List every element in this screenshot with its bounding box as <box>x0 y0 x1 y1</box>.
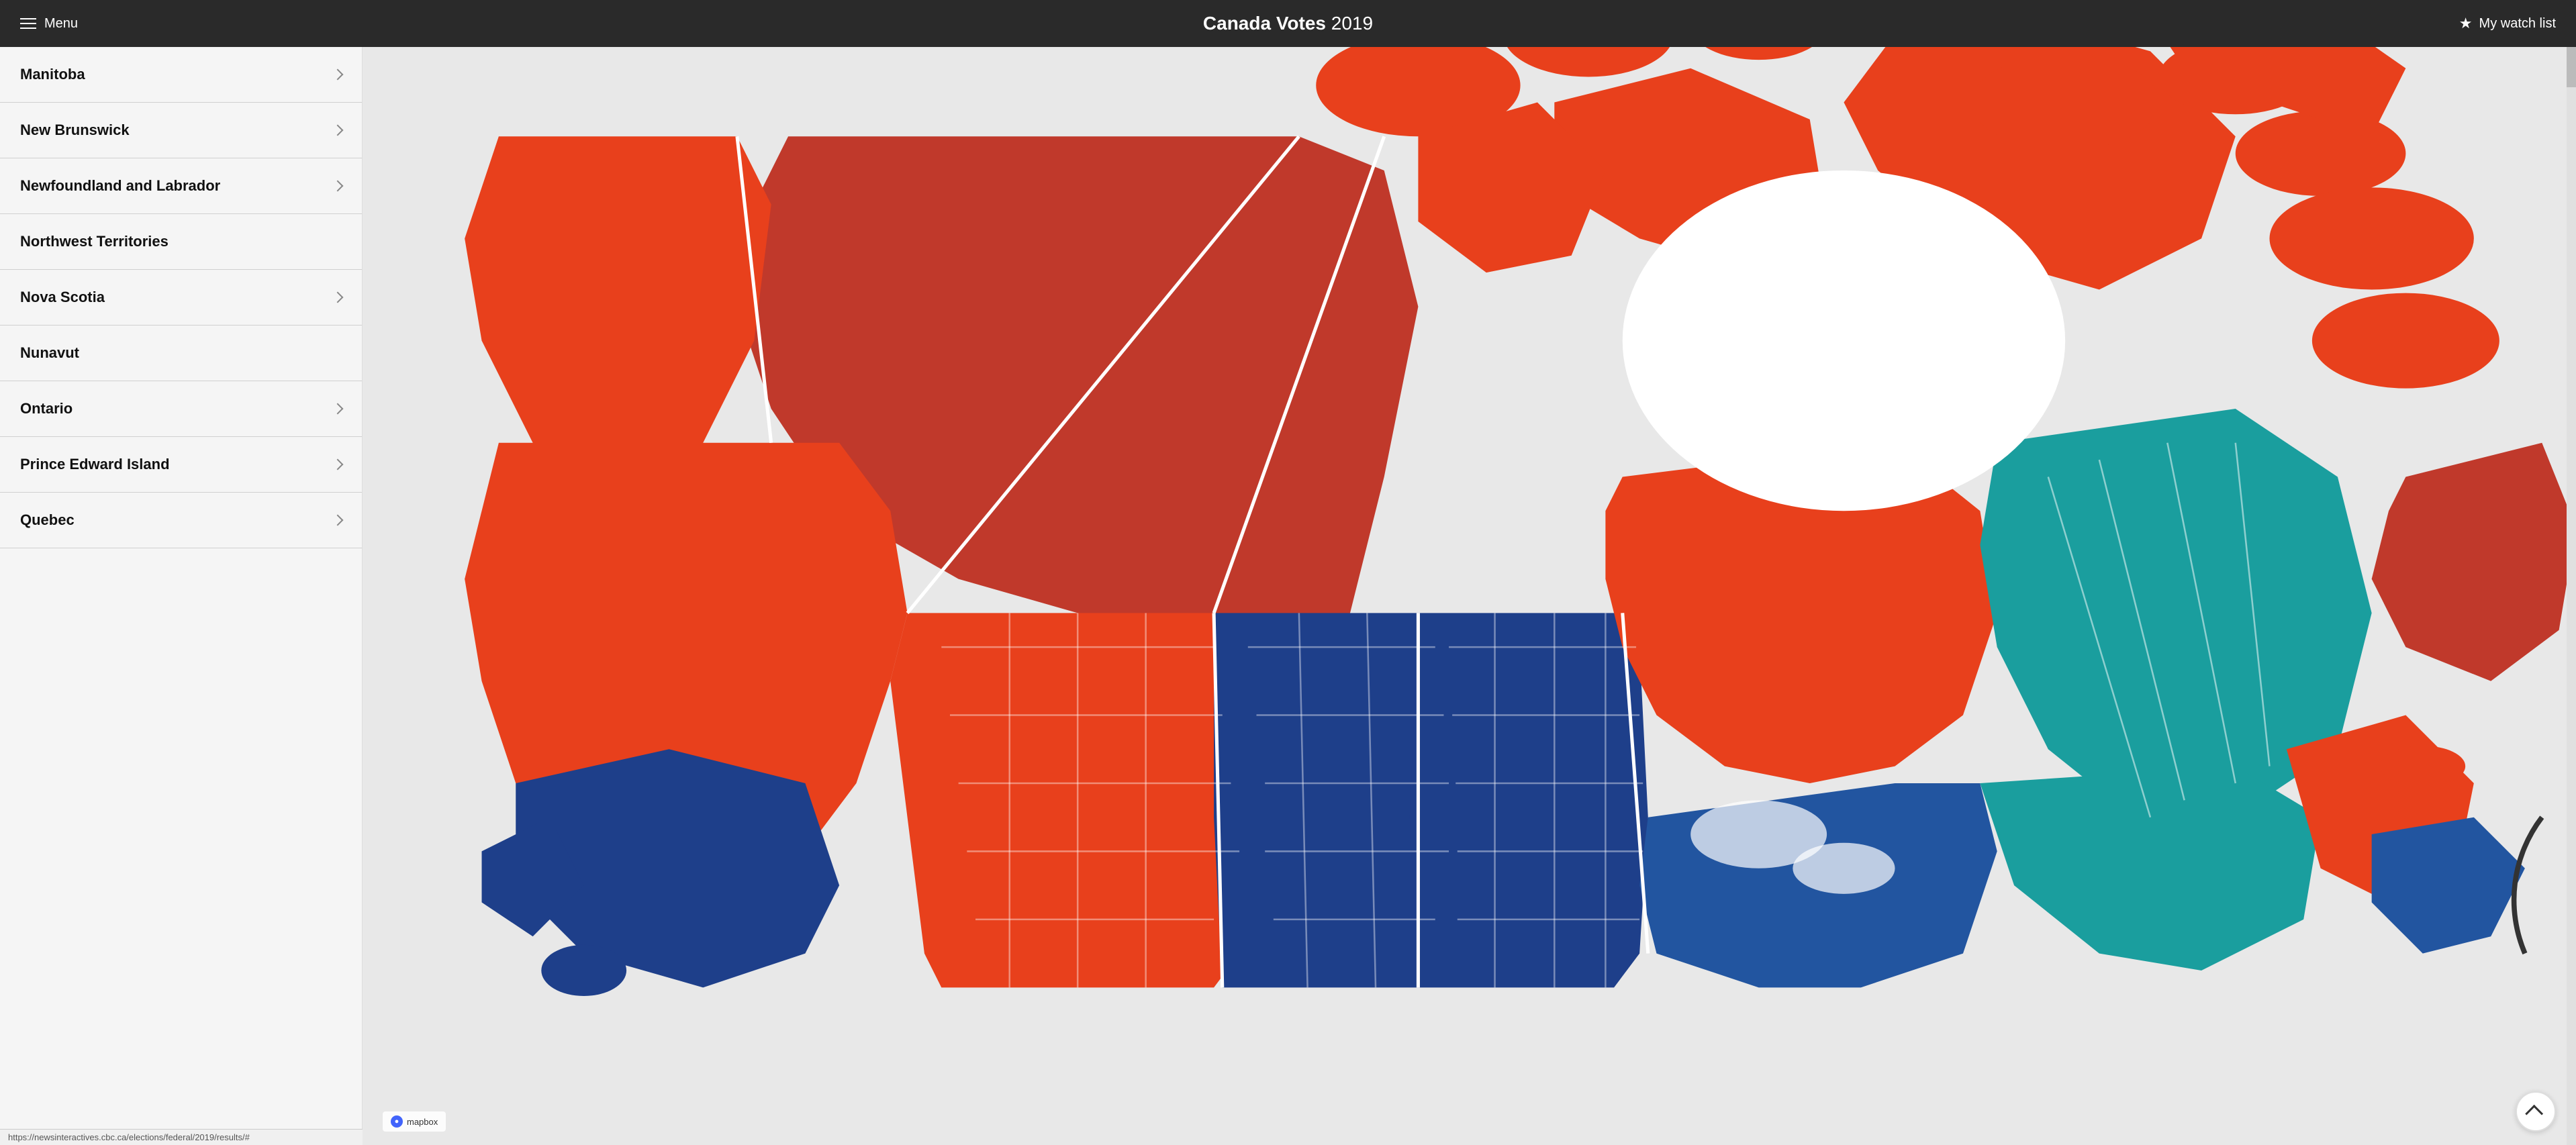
site-title: Canada Votes 2019 <box>1203 13 1373 34</box>
mapbox-logo-icon: ● <box>391 1115 403 1128</box>
sidebar-item-northwest-territories[interactable]: Northwest Territories <box>0 214 362 270</box>
sidebar-item-label: Prince Edward Island <box>20 456 170 473</box>
status-bar: https://newsinteractives.cbc.ca/election… <box>0 1129 363 1145</box>
sidebar-item-label: New Brunswick <box>20 121 130 139</box>
header: Menu Canada Votes 2019 ★ My watch list <box>0 0 2576 47</box>
scrollbar-thumb[interactable] <box>2567 47 2576 87</box>
chevron-right-icon <box>332 69 344 81</box>
sidebar-item-label: Manitoba <box>20 66 85 83</box>
chevron-right-icon <box>332 181 344 192</box>
chevron-right-icon <box>332 125 344 136</box>
watchlist-button[interactable]: ★ My watch list <box>2459 15 2556 32</box>
hamburger-icon <box>20 18 36 29</box>
sidebar-item-nunavut[interactable]: Nunavut <box>0 326 362 381</box>
sidebar-item-quebec[interactable]: Quebec <box>0 493 362 548</box>
scrollbar-track[interactable] <box>2567 47 2576 1145</box>
chevron-right-icon <box>332 292 344 303</box>
sidebar-item-pei[interactable]: Prince Edward Island <box>0 437 362 493</box>
sidebar-item-nova-scotia[interactable]: Nova Scotia <box>0 270 362 326</box>
menu-button[interactable]: Menu <box>20 16 78 32</box>
map-attribution: ● mapbox <box>383 1111 446 1132</box>
sidebar-item-label: Northwest Territories <box>20 233 169 250</box>
sidebar-item-newfoundland[interactable]: Newfoundland and Labrador <box>0 158 362 214</box>
url-text: https://newsinteractives.cbc.ca/election… <box>8 1132 250 1142</box>
sidebar: Manitoba New Brunswick Newfoundland and … <box>0 47 363 1145</box>
canada-map <box>363 47 2576 1145</box>
watchlist-label: My watch list <box>2479 16 2556 32</box>
sidebar-item-new-brunswick[interactable]: New Brunswick <box>0 103 362 158</box>
sidebar-item-label: Ontario <box>20 400 73 417</box>
chevron-right-icon <box>332 459 344 470</box>
main-container: Manitoba New Brunswick Newfoundland and … <box>0 47 2576 1145</box>
sidebar-item-label: Newfoundland and Labrador <box>20 177 220 195</box>
map-container[interactable]: ● mapbox <box>363 47 2576 1145</box>
title-bold: Canada Votes <box>1203 13 1326 34</box>
sidebar-item-label: Nunavut <box>20 344 79 362</box>
mapbox-label: mapbox <box>407 1117 438 1127</box>
chevron-right-icon <box>332 403 344 415</box>
menu-label: Menu <box>44 16 78 32</box>
sidebar-item-manitoba[interactable]: Manitoba <box>0 47 362 103</box>
scroll-to-top-button[interactable] <box>2516 1091 2556 1132</box>
chevron-right-icon <box>332 515 344 526</box>
sidebar-item-label: Quebec <box>20 511 75 529</box>
sidebar-item-label: Nova Scotia <box>20 289 105 306</box>
star-icon: ★ <box>2459 15 2473 32</box>
title-light: 2019 <box>1331 13 1373 34</box>
sidebar-item-ontario[interactable]: Ontario <box>0 381 362 437</box>
